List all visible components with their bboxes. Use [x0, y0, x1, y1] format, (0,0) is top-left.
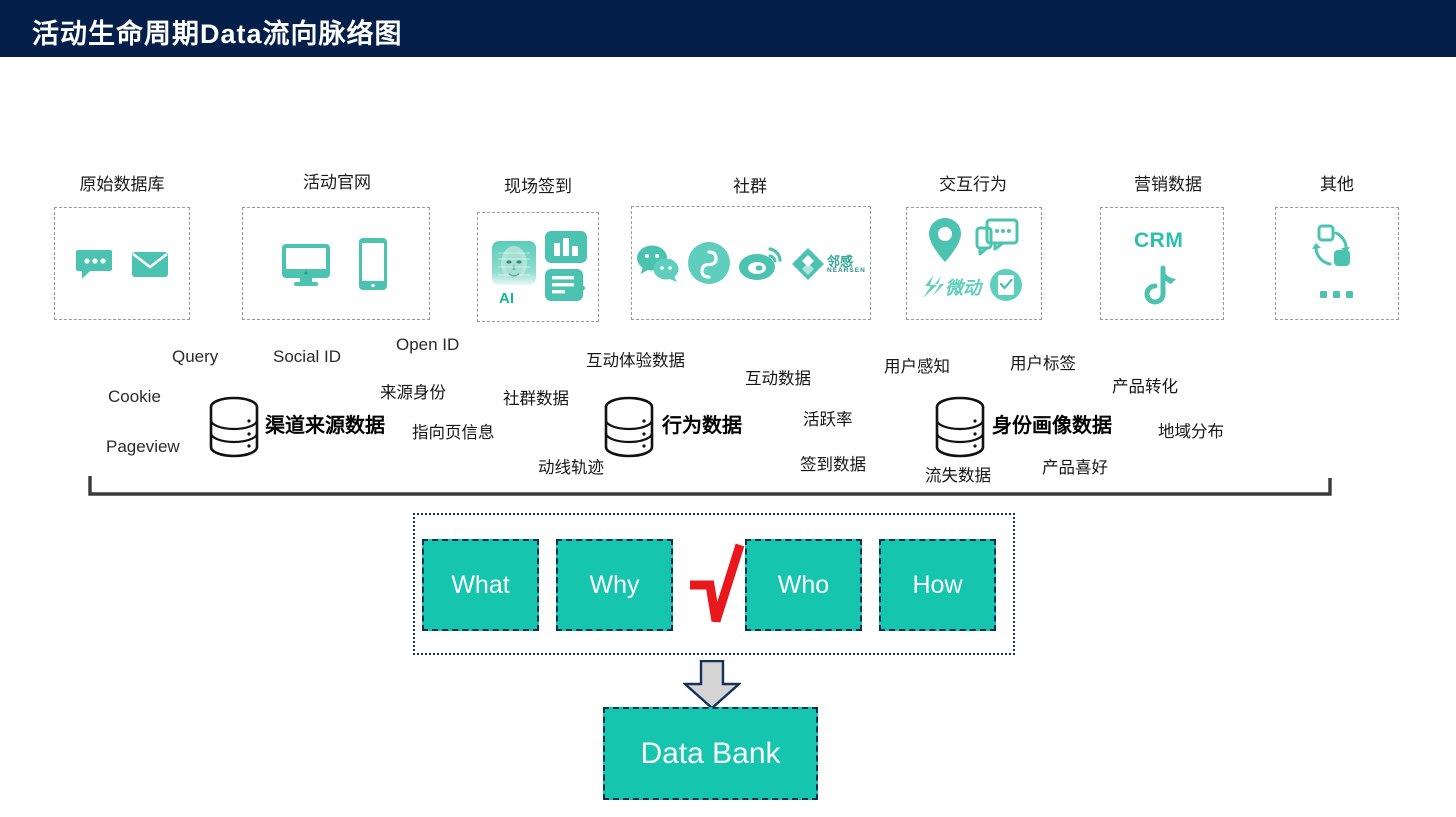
w-box-how[interactable]: How [879, 539, 996, 631]
checklist-doc-icon [545, 269, 585, 301]
source-icons-checkin [478, 213, 598, 321]
w-box-label-what: What [451, 570, 510, 599]
tag-open-id: Open ID [396, 335, 460, 354]
tag-region-distribution: 地域分布 [1158, 423, 1224, 441]
source-label-interaction: 交互行为 [939, 175, 1007, 194]
nearsen-brand-subtext: NEARSEN [827, 267, 866, 274]
smartphone-icon [359, 237, 387, 290]
w-box-label-who: Who [777, 570, 830, 599]
cluster-title-channel: 渠道来源数据 [265, 415, 385, 437]
w-box-why[interactable]: Why [556, 539, 673, 631]
monitor-icon [282, 243, 330, 286]
location-pin-icon [929, 218, 961, 262]
source-icons-community: 邻感 NEARSEN [632, 207, 870, 319]
database-icon-identity [935, 396, 985, 458]
ai-face-icon [492, 241, 536, 285]
source-label-other: 其他 [1320, 175, 1354, 194]
tag-community-data: 社群数据 [503, 390, 569, 408]
tag-interaction-data: 互动数据 [745, 370, 811, 388]
red-check-mark-icon [690, 543, 745, 623]
source-box-interaction[interactable]: 微动 [906, 207, 1042, 320]
tag-user-tags: 用户标签 [1010, 355, 1076, 373]
source-box-marketing[interactable]: CRM [1100, 207, 1224, 320]
source-label-marketing: 营销数据 [1134, 175, 1202, 194]
source-icons-website [243, 208, 429, 319]
douyin-note-icon [1144, 265, 1176, 305]
source-box-database[interactable] [54, 207, 190, 320]
w-box-who[interactable]: Who [745, 539, 862, 631]
sync-arrows-icon [1312, 224, 1350, 266]
w-box-what[interactable]: What [422, 539, 539, 631]
database-icon-channel [209, 396, 259, 458]
bar-chart-icon [545, 231, 587, 263]
page-title: 活动生命周期Data流向脉络图 [32, 19, 403, 49]
database-icon-behavior [604, 396, 654, 458]
data-bank-box[interactable]: Data Bank [603, 707, 818, 800]
w-box-label-how: How [912, 570, 963, 599]
source-label-website: 活动官网 [303, 173, 371, 192]
weidong-brand-text: 微动 [945, 278, 981, 299]
source-label-community: 社群 [733, 177, 767, 196]
crm-text: CRM [1134, 229, 1184, 252]
ai-caption: AI [499, 290, 514, 307]
source-box-other[interactable] [1275, 207, 1399, 320]
cluster-title-behavior: 行为数据 [662, 415, 742, 437]
cluster-title-identity: 身份画像数据 [992, 415, 1112, 437]
tag-source-identity: 来源身份 [380, 384, 446, 402]
weidong-brand-icon [923, 276, 944, 298]
doc-check-circle-icon [990, 269, 1022, 301]
douyin-icon [688, 242, 730, 284]
weibo-icon [739, 247, 782, 280]
tag-product-conversion: 产品转化 [1112, 378, 1178, 396]
tag-landing-page: 指向页信息 [412, 424, 495, 442]
page-header: 活动生命周期Data流向脉络图 [0, 0, 1456, 57]
chat-bubble-icon [76, 249, 112, 279]
tag-cookie: Cookie [108, 387, 161, 406]
nearsen-icon [792, 248, 824, 280]
tag-social-id: Social ID [273, 347, 342, 366]
tag-pageview: Pageview [106, 437, 180, 456]
tag-checkin-data: 签到数据 [800, 456, 866, 474]
source-box-community[interactable]: 邻感 NEARSEN [631, 206, 871, 320]
data-bank-label: Data Bank [640, 736, 781, 770]
tag-active-rate: 活跃率 [803, 411, 853, 429]
source-box-checkin[interactable]: AI [477, 212, 599, 322]
tag-interactive-experience: 互动体验数据 [586, 352, 685, 370]
source-label-checkin: 现场签到 [504, 177, 572, 196]
summary-bracket [88, 476, 1332, 496]
ellipsis-icon [1320, 291, 1353, 298]
w-box-label-why: Why [589, 570, 640, 599]
wechat-icon [637, 245, 679, 282]
tag-user-perception: 用户感知 [884, 358, 950, 376]
source-box-website[interactable] [242, 207, 430, 320]
source-icons-database [55, 208, 189, 319]
source-label-database: 原始数据库 [79, 175, 165, 194]
flow-arrow-down-icon [683, 660, 741, 710]
chat-box-icon [975, 218, 1019, 256]
envelope-icon [132, 251, 168, 277]
tag-query: Query [172, 347, 219, 366]
